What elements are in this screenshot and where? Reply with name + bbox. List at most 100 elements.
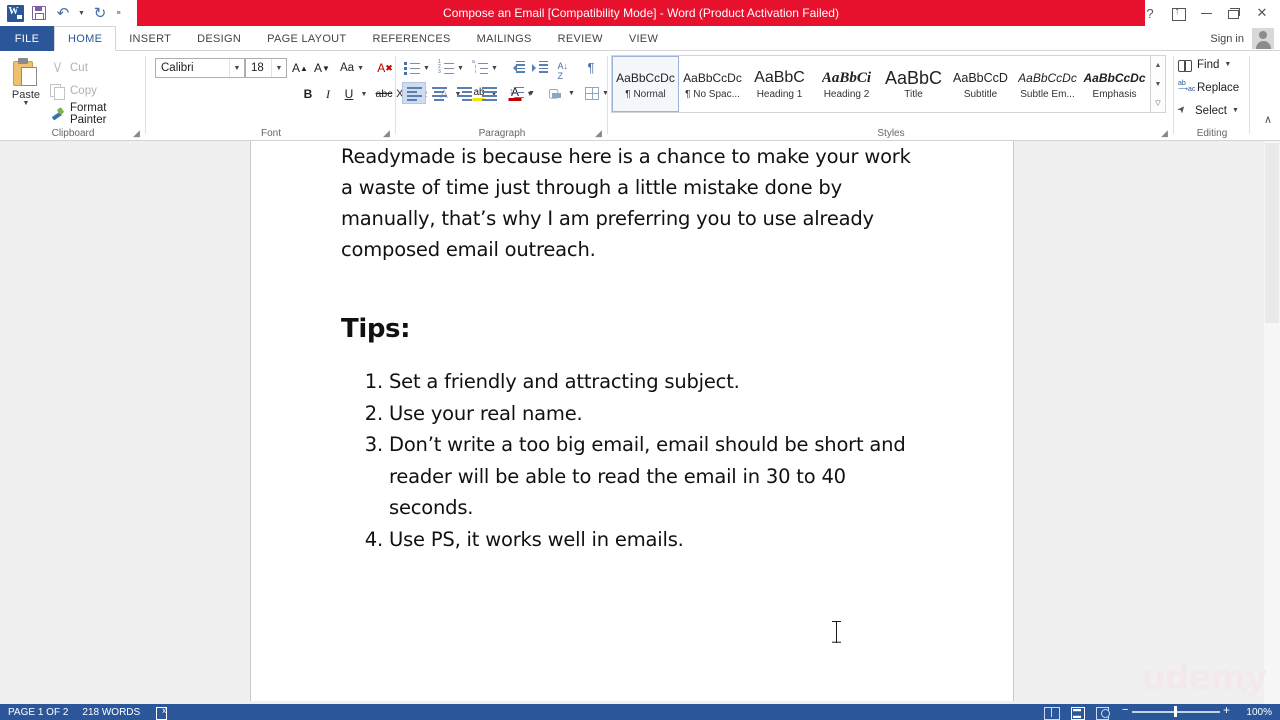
numbering-dropdown-icon[interactable]: ▼ (455, 57, 466, 79)
bold-button[interactable]: B (298, 83, 318, 105)
format-painter-button[interactable]: Format Painter (50, 102, 146, 126)
font-dialog-launcher-icon[interactable]: ◢ (383, 128, 393, 138)
page-indicator[interactable]: PAGE 1 OF 2 (8, 707, 68, 718)
read-mode-icon[interactable] (1044, 706, 1060, 720)
style-normal[interactable]: AaBbCcDc ¶ Normal (612, 56, 679, 112)
font-name-dropdown-icon[interactable]: ▼ (229, 59, 244, 77)
shading-button[interactable]: ▢ (544, 82, 566, 104)
font-size-input[interactable]: 18 ▼ (245, 58, 287, 78)
decrease-indent-button[interactable] (506, 57, 528, 79)
tab-view[interactable]: VIEW (616, 26, 671, 51)
tab-references[interactable]: REFERENCES (359, 26, 463, 51)
redo-icon[interactable]: ↻ (89, 2, 111, 24)
proofing-errors-icon[interactable] (154, 706, 168, 720)
shading-dropdown-icon[interactable]: ▼ (566, 82, 577, 104)
close-icon[interactable]: ✕ (1248, 1, 1276, 25)
style-subtle-emphasis[interactable]: AaBbCcDc Subtle Em... (1014, 56, 1081, 112)
styles-dialog-launcher-icon[interactable]: ◢ (1161, 128, 1171, 138)
tab-insert[interactable]: INSERT (116, 26, 184, 51)
select-button[interactable]: Select ▼ (1178, 104, 1239, 117)
zoom-in-button[interactable]: + (1223, 703, 1230, 717)
vertical-scrollbar[interactable] (1264, 141, 1280, 704)
font-size-dropdown-icon[interactable]: ▼ (271, 59, 286, 77)
tab-design[interactable]: DESIGN (184, 26, 254, 51)
borders-button[interactable] (582, 82, 602, 104)
styles-gallery-scrollbar[interactable]: ▲ ▼ ▽ (1151, 55, 1166, 113)
line-spacing-dropdown-icon[interactable]: ▼ (526, 82, 537, 104)
style-no-spacing[interactable]: AaBbCcDc ¶ No Spac... (679, 56, 746, 112)
ribbon-group-paragraph: ▼ 1 2 3 ▼ a i i ▼ A↓ Z ¶ ↕ ▼ ▼ ▼ Paragra… (396, 51, 609, 140)
help-icon[interactable]: ? (1136, 1, 1164, 25)
print-layout-icon[interactable] (1070, 706, 1085, 720)
word-app-icon[interactable] (4, 2, 26, 24)
paste-dropdown-icon[interactable]: ▼ (23, 100, 30, 107)
styles-scroll-up-icon[interactable]: ▲ (1155, 57, 1162, 74)
numbering-button[interactable]: 1 2 3 (436, 57, 456, 79)
style-emphasis[interactable]: AaBbCcDc Emphasis (1081, 56, 1148, 112)
word-window: Compose an Email [Compatibility Mode] - … (0, 0, 1280, 720)
style-heading-1[interactable]: AaBbC Heading 1 (746, 56, 813, 112)
undo-icon[interactable]: ↶ (52, 2, 74, 24)
multilevel-list-button[interactable]: a i i (470, 57, 490, 79)
underline-button[interactable]: U (340, 83, 358, 105)
tab-mailings[interactable]: MAILINGS (464, 26, 545, 51)
tab-review[interactable]: REVIEW (545, 26, 616, 51)
customize-qat-icon[interactable]: ≡ (113, 2, 124, 24)
clipboard-dialog-launcher-icon[interactable]: ◢ (133, 128, 143, 138)
restore-icon[interactable] (1220, 1, 1248, 25)
document-body[interactable]: Readymade is because here is a chance to… (341, 141, 921, 555)
cut-button[interactable]: Cut (50, 58, 88, 78)
ribbon-group-clipboard: Paste ▼ Cut Copy Format Painter Clipboar… (0, 51, 146, 140)
undo-dropdown-icon[interactable]: ▼ (76, 2, 87, 24)
select-dropdown-icon[interactable]: ▼ (1232, 107, 1239, 114)
find-dropdown-icon[interactable]: ▼ (1224, 61, 1231, 68)
document-page[interactable]: Readymade is because here is a chance to… (250, 141, 1014, 701)
avatar[interactable] (1252, 28, 1274, 49)
zoom-slider[interactable]: − + (1122, 703, 1230, 718)
find-button[interactable]: Find ▼ (1178, 58, 1231, 72)
shrink-font-button[interactable]: A ▼ (311, 57, 333, 79)
style-heading-2[interactable]: AaBbCi Heading 2 (813, 56, 880, 112)
styles-more-icon[interactable]: ▽ (1155, 94, 1160, 111)
line-spacing-button[interactable]: ↕ (506, 82, 526, 104)
tab-file[interactable]: FILE (0, 26, 54, 51)
style-subtitle[interactable]: AaBbCcD Subtitle (947, 56, 1014, 112)
line-spacing-icon: ↕ (508, 86, 524, 101)
clear-formatting-button[interactable]: A ✖ (374, 57, 396, 79)
scrollbar-thumb[interactable] (1265, 143, 1279, 323)
center-button[interactable] (427, 82, 451, 104)
align-left-button[interactable] (402, 82, 426, 104)
zoom-thumb[interactable] (1174, 706, 1177, 717)
ribbon-display-options-icon[interactable] (1164, 1, 1192, 25)
show-formatting-marks-button[interactable]: ¶ (581, 56, 601, 78)
style-title[interactable]: AaBbC Title (880, 56, 947, 112)
multilevel-dropdown-icon[interactable]: ▼ (489, 57, 500, 79)
tab-page-layout[interactable]: PAGE LAYOUT (254, 26, 359, 51)
web-layout-icon[interactable] (1096, 706, 1110, 720)
grow-font-button[interactable]: A ▲ (289, 57, 311, 79)
increase-indent-button[interactable] (529, 57, 551, 79)
paste-button[interactable]: Paste ▼ (7, 56, 45, 122)
sign-in-button[interactable]: Sign in (1210, 26, 1244, 51)
zoom-out-button[interactable]: − (1122, 704, 1128, 716)
change-case-button[interactable]: Aa ▼ (336, 57, 368, 79)
font-name-input[interactable]: Calibri ▼ (155, 58, 245, 78)
tab-home[interactable]: HOME (54, 26, 117, 51)
save-icon[interactable] (28, 2, 50, 24)
styles-scroll-down-icon[interactable]: ▼ (1155, 76, 1162, 93)
minimize-icon[interactable] (1192, 1, 1220, 25)
paragraph-dialog-launcher-icon[interactable]: ◢ (595, 128, 605, 138)
italic-button[interactable]: I (319, 83, 337, 105)
bullets-dropdown-icon[interactable]: ▼ (421, 57, 432, 79)
collapse-ribbon-button[interactable]: ∧ (1264, 113, 1272, 126)
align-right-button[interactable] (452, 82, 476, 104)
justify-button[interactable] (477, 82, 501, 104)
sort-button[interactable]: A↓ Z (554, 57, 576, 81)
bullets-button[interactable] (402, 57, 422, 79)
underline-dropdown-icon[interactable]: ▼ (358, 83, 370, 105)
copy-button[interactable]: Copy (50, 81, 97, 101)
replace-button[interactable]: ab ⟶ac Replace (1178, 80, 1239, 94)
word-count[interactable]: 218 WORDS (82, 707, 140, 718)
change-case-dropdown-icon[interactable]: ▼ (357, 65, 364, 72)
zoom-level[interactable]: 100% (1242, 707, 1272, 718)
